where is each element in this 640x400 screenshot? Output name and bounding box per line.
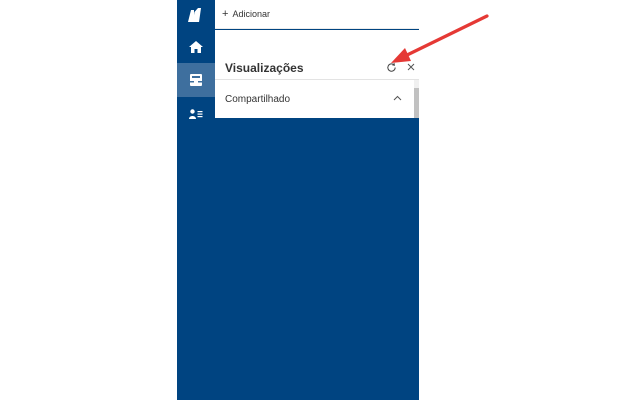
close-icon [407,63,415,71]
scrollbar[interactable] [414,80,419,118]
contact-list-icon [189,109,203,119]
app-logo-icon [188,8,201,22]
app-logo[interactable] [177,0,215,30]
app-window: + Adicionar Visualizações Compartilhado [0,0,640,400]
views-title: Visualizações [225,61,304,75]
nav-rail [177,0,215,400]
add-button[interactable]: + Adicionar [222,7,270,20]
refresh-button[interactable] [384,60,398,74]
toolbar: + Adicionar [215,0,419,29]
scrollbar-thumb[interactable] [414,88,419,118]
close-button[interactable] [405,60,417,74]
section-shared-label: Compartilhado [225,93,291,105]
rail-item-contacts[interactable] [177,98,215,130]
views-header: Visualizações [225,59,415,77]
inbox-tray-icon [190,74,202,86]
rail-item-views[interactable] [177,63,215,97]
rail-item-home[interactable] [177,31,215,63]
plus-icon: + [222,7,229,20]
section-shared[interactable]: Compartilhado [215,80,415,118]
home-icon [189,41,203,53]
add-button-label: Adicionar [232,9,270,19]
refresh-icon [386,62,396,72]
views-panel: Visualizações Compartilhado [215,30,419,118]
chevron-up-icon[interactable] [391,92,403,104]
